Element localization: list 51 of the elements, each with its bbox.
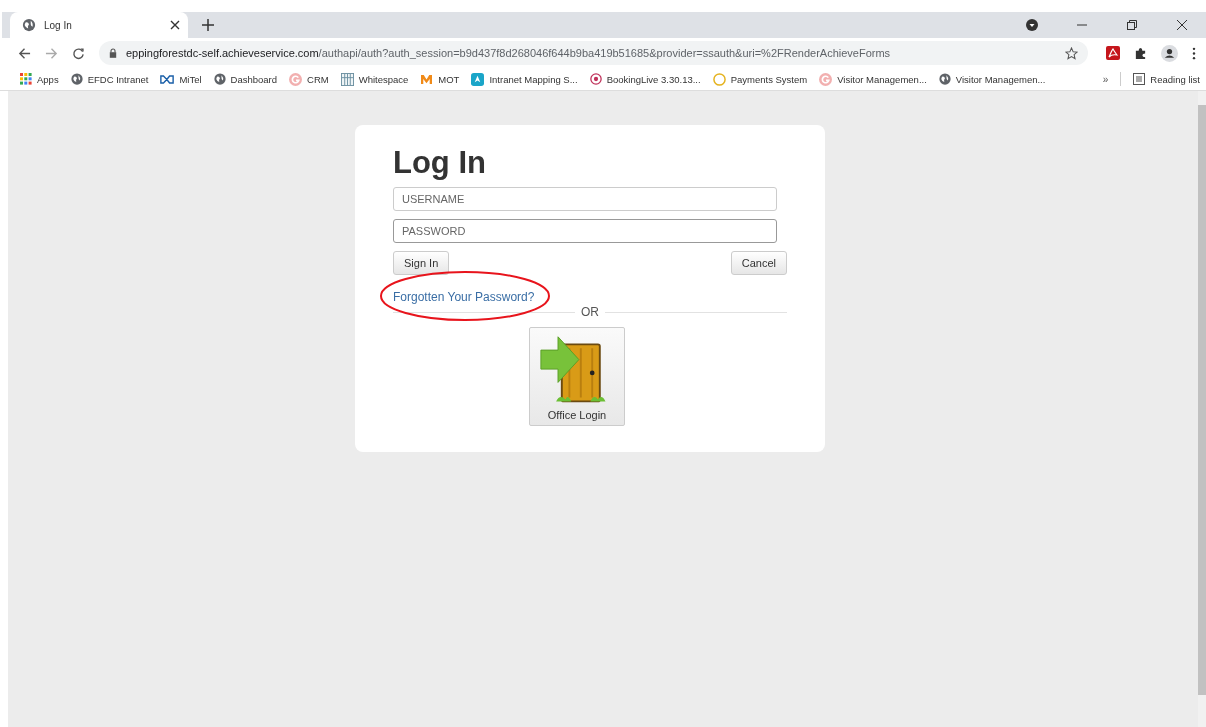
- cancel-button[interactable]: Cancel: [730, 251, 787, 275]
- password-field[interactable]: PASSWORD: [393, 219, 777, 243]
- star-icon[interactable]: [1065, 46, 1078, 60]
- grid-icon: [340, 72, 354, 86]
- scrollbar-thumb[interactable]: [1198, 105, 1206, 695]
- restore-icon[interactable]: [1126, 19, 1138, 31]
- bookmark[interactable]: MOT: [420, 73, 460, 85]
- target-icon: [589, 73, 602, 85]
- new-tab-icon[interactable]: [202, 19, 214, 31]
- profile-icon[interactable]: [1161, 44, 1178, 62]
- globe-icon: [938, 73, 951, 85]
- office-login-button[interactable]: Office Login: [529, 327, 625, 426]
- list-icon: [1133, 73, 1146, 85]
- bookmark[interactable]: CRM: [289, 72, 329, 86]
- bookmark[interactable]: Payments System: [712, 72, 808, 86]
- lock-icon: [109, 48, 117, 58]
- pdf-icon[interactable]: [1106, 46, 1120, 60]
- globe-icon: [213, 73, 226, 85]
- apps-grid-icon: [20, 73, 32, 85]
- reading-list-button[interactable]: Reading list: [1133, 73, 1200, 85]
- g-letter-icon: [289, 72, 303, 86]
- bookmark[interactable]: Apps: [20, 73, 59, 85]
- more-bookmarks-button[interactable]: »: [1102, 73, 1109, 85]
- menu-icon[interactable]: [1192, 46, 1196, 60]
- globe-icon: [22, 18, 36, 32]
- bookmark[interactable]: Visitor Managemen...: [819, 72, 927, 86]
- loop-icon: [160, 74, 175, 84]
- username-field[interactable]: USERNAME: [393, 187, 777, 211]
- address-bar[interactable]: eppingforestdc-self.achieveservice.com/authapi/auth?auth_session=b9d437f8d268046f644b9ba419b51685&provider=ssauth&uri=%2FRenderAchieveForms: [99, 41, 1088, 65]
- sign-in-button[interactable]: Sign In: [393, 251, 450, 275]
- bookmark[interactable]: Whitespace: [340, 72, 409, 86]
- map-pin-icon: [471, 72, 485, 86]
- ring-icon: [712, 72, 726, 86]
- browser-tab[interactable]: Log In: [10, 12, 188, 38]
- bookmark[interactable]: Dashboard: [213, 73, 278, 85]
- bookmark[interactable]: MiTel: [160, 73, 202, 85]
- bookmark[interactable]: Intranet Mapping S...: [471, 72, 578, 86]
- reload-icon[interactable]: [72, 46, 85, 60]
- page-title: Log In: [393, 145, 487, 181]
- m-letter-icon: [420, 73, 434, 85]
- g-letter-icon: [819, 72, 833, 86]
- back-icon[interactable]: [18, 46, 31, 60]
- bookmark[interactable]: BookingLive 3.30.13...: [589, 73, 701, 85]
- puzzle-icon[interactable]: [1134, 46, 1147, 60]
- bookmark[interactable]: Visitor Managemen...: [938, 73, 1046, 85]
- globe-icon: [70, 73, 83, 85]
- bookmark[interactable]: EFDC Intranet: [70, 73, 149, 85]
- profile-dropdown-icon[interactable]: [1026, 19, 1038, 31]
- close-icon[interactable]: [170, 20, 180, 30]
- or-divider-label: OR: [581, 305, 599, 319]
- close-icon[interactable]: [1176, 19, 1188, 31]
